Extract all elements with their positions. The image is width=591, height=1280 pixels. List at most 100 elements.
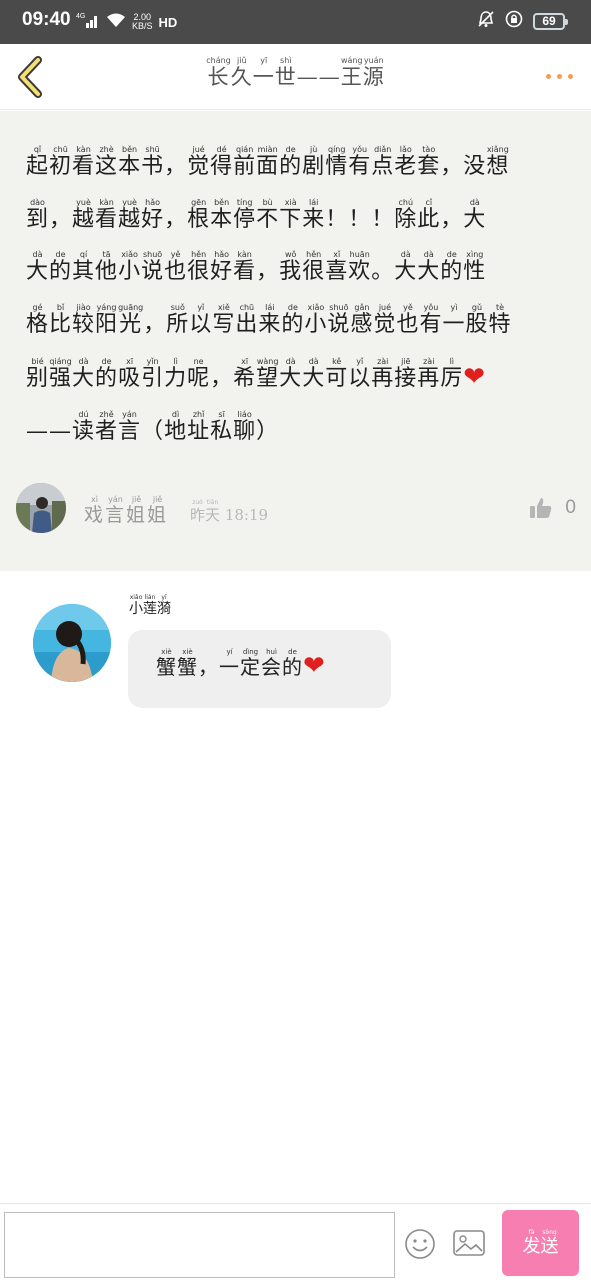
author-char: 姐jiě	[147, 495, 169, 526]
comment-char: 厉lì	[440, 357, 464, 391]
comment-char: 大dà	[417, 250, 441, 284]
comment-line: 大dà的de其qí他tā小xiǎo说shuō也yě很hěn好hǎo看kàn， 我…	[26, 246, 566, 299]
chevron-left-icon	[18, 56, 42, 98]
thumbs-up-icon	[530, 498, 552, 518]
comment-char: 再zài	[417, 357, 441, 391]
comment-char: 望wàng	[256, 357, 280, 391]
speed-unit: KB/S	[132, 21, 153, 31]
comment-char: 格gé	[26, 302, 50, 337]
comment-time: 昨zuó天tiān 18:19	[190, 499, 268, 525]
comment-char: 情qíng	[325, 145, 349, 179]
comment-char: 引yǐn	[141, 357, 165, 391]
reply-text-char: 的de	[282, 648, 303, 679]
comment-char: 说shuō	[141, 250, 165, 284]
comment-char: 点diǎn	[371, 145, 395, 179]
more-dot-icon	[546, 73, 551, 79]
send-char: 发fā	[522, 1228, 541, 1257]
comment-char: 没	[463, 154, 487, 179]
comment-char: 老lǎo	[394, 145, 418, 179]
comment-char: 大dà	[302, 357, 326, 391]
comment-char: ！	[325, 206, 349, 232]
comment-char: 好hǎo	[210, 250, 234, 284]
comment-time-day: 昨zuó天tiān	[190, 499, 220, 524]
title-char: 久jiǔ	[230, 56, 253, 89]
comment-char: 股gǔ	[465, 302, 489, 337]
message-input[interactable]	[4, 1212, 395, 1278]
comment-char: 光guāng	[118, 302, 144, 337]
comment-char: 强qiáng	[49, 357, 73, 391]
comment-char: （	[141, 418, 165, 444]
comment-char: 有yǒu	[348, 145, 372, 179]
comment-char: 以yǐ	[189, 302, 213, 337]
comment-char: 接jiē	[394, 357, 418, 391]
comment-line: 到dào， 越yuè看kàn越yuè好hǎo， 根gēn本běn停tíng不bù…	[26, 194, 566, 247]
comment-char: 本běn	[210, 197, 234, 232]
more-dot-icon	[568, 73, 573, 79]
comment-char: 的de	[281, 302, 305, 337]
emoji-button[interactable]	[404, 1228, 436, 1260]
comment-char: ，	[440, 206, 464, 232]
heart-icon: ❤	[303, 651, 326, 681]
comment-char: 到dào	[26, 197, 50, 232]
title-char: 长cháng	[206, 56, 231, 89]
comment-char: 言yán	[118, 409, 142, 444]
like-button[interactable]: 0	[529, 497, 576, 519]
comment-char: 也yě	[396, 302, 420, 337]
more-options-button[interactable]	[533, 68, 573, 84]
comment-char: 下xià	[279, 197, 303, 232]
bottom-input-bar: 发fā 送sòng	[0, 1203, 591, 1280]
send-char: 送sòng	[540, 1228, 559, 1257]
comment-char: 好hǎo	[141, 197, 165, 232]
send-button[interactable]: 发fā 送sòng	[502, 1210, 579, 1276]
comment-char: 再zài	[371, 357, 395, 391]
comment-char: ！	[348, 206, 372, 232]
comment-char: 越yuè	[72, 197, 96, 232]
comment-char: 不bù	[256, 197, 280, 232]
comment-char: —	[49, 418, 72, 444]
comment-line: 格gé比bǐ较jiào阳yáng光guāng， 所suǒ以yǐ写xiě出chū来…	[26, 299, 566, 352]
comment-char: 大dà	[72, 357, 96, 391]
reply-author-name[interactable]: 小xiǎo莲lián漪yī	[129, 594, 171, 618]
reply-text-char: 定dìng	[240, 648, 261, 679]
comment-char: 私sī	[210, 409, 234, 444]
net-type-label: 4G	[76, 13, 85, 20]
more-dot-icon	[557, 73, 562, 79]
comment-char: 起qǐ	[26, 145, 50, 179]
comment-char: 一yì	[442, 302, 466, 337]
comment-author-name[interactable]: 戏xì言yán姐jiě姐jiě	[84, 495, 168, 527]
comment-char: 力lì	[164, 357, 188, 391]
comment-char: ，	[164, 206, 188, 232]
comment-char: 大dà	[26, 250, 50, 284]
comment-char: 看kàn	[72, 145, 96, 179]
comment-char: 小xiǎo	[304, 302, 328, 337]
comment-char: ，	[49, 206, 73, 232]
comment-char: 欢huān	[348, 250, 372, 284]
author-char: 姐jiě	[126, 495, 148, 526]
image-button[interactable]	[452, 1228, 486, 1258]
heart-icon: ❤	[463, 362, 487, 392]
reply-bubble: 蟹xiè蟹xiè， 一yí定dìng会huì的de ❤	[128, 630, 391, 708]
comment-char: 看kàn	[233, 250, 257, 284]
status-left-icons: 4G 2.00 KB/S HD	[76, 10, 177, 34]
comment-char: —	[26, 418, 49, 444]
comment-char: 其qí	[72, 250, 96, 284]
comment-char: 除chú	[394, 197, 418, 232]
comment-char: ，	[256, 259, 280, 284]
comment-char: 他tā	[95, 250, 119, 284]
avatar[interactable]	[16, 483, 66, 533]
smiley-icon	[405, 1229, 435, 1259]
reply-text-char: ，	[198, 655, 219, 679]
comment-char: 初chū	[49, 145, 73, 179]
comment-char: 看kàn	[95, 197, 119, 232]
comment-char: 。	[371, 259, 395, 284]
comment-char: 很hěn	[302, 250, 326, 284]
comment-char: 书shū	[141, 145, 165, 179]
reply-avatar[interactable]	[33, 604, 111, 682]
image-icon	[453, 1230, 485, 1256]
reply-text-char: 蟹xiè	[156, 648, 177, 679]
reply-text-char: 蟹xiè	[177, 648, 198, 679]
back-button[interactable]	[10, 52, 54, 102]
comment-char: 地dì	[164, 409, 188, 444]
comment-char: 阳yáng	[95, 302, 119, 337]
comment-char: 觉jué	[373, 302, 397, 337]
